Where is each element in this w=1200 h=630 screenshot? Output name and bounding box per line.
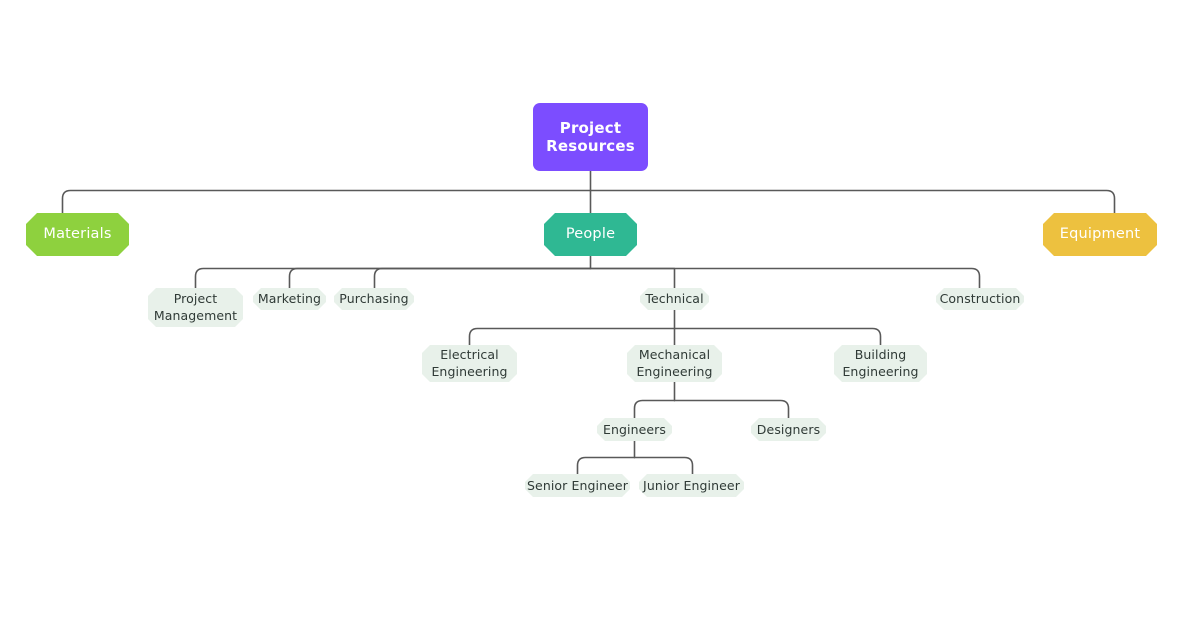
edge-technical-to-building [673,327,882,346]
node-construction[interactable]: Construction [936,288,1024,310]
mind-map-diagram: Project Resources Materials People Equip… [0,0,1200,630]
edge-people-to-project-management [194,267,592,289]
node-materials[interactable]: Materials [26,213,129,256]
edge-root-to-materials [61,189,592,214]
node-junior-engineer[interactable]: Junior Engineer [639,474,744,497]
node-designers[interactable]: Designers [751,418,826,441]
edge-people-to-purchasing [373,267,592,289]
node-building-engineering[interactable]: Building Engineering [834,345,927,382]
edge-people-to-technical [589,267,676,289]
node-technical[interactable]: Technical [640,288,709,310]
node-project-resources[interactable]: Project Resources [533,103,648,171]
node-equipment[interactable]: Equipment [1043,213,1157,256]
node-purchasing[interactable]: Purchasing [334,288,414,310]
node-engineers[interactable]: Engineers [597,418,672,441]
edge-mechanical-to-designers [673,399,790,419]
edge-mechanical-to-engineers [633,399,676,419]
edge-technical-to-electrical [468,327,676,346]
node-electrical-engineering[interactable]: Electrical Engineering [422,345,517,382]
node-mechanical-engineering[interactable]: Mechanical Engineering [627,345,722,382]
node-marketing[interactable]: Marketing [253,288,326,310]
edge-people-to-construction [589,267,981,289]
node-people[interactable]: People [544,213,637,256]
node-senior-engineer[interactable]: Senior Engineer [525,474,630,497]
edge-root-to-equipment [589,189,1116,214]
edge-engineers-to-junior [633,456,694,475]
node-project-management[interactable]: Project Management [148,288,243,327]
edge-people-to-marketing [288,267,592,289]
edge-engineers-to-senior [576,456,636,475]
